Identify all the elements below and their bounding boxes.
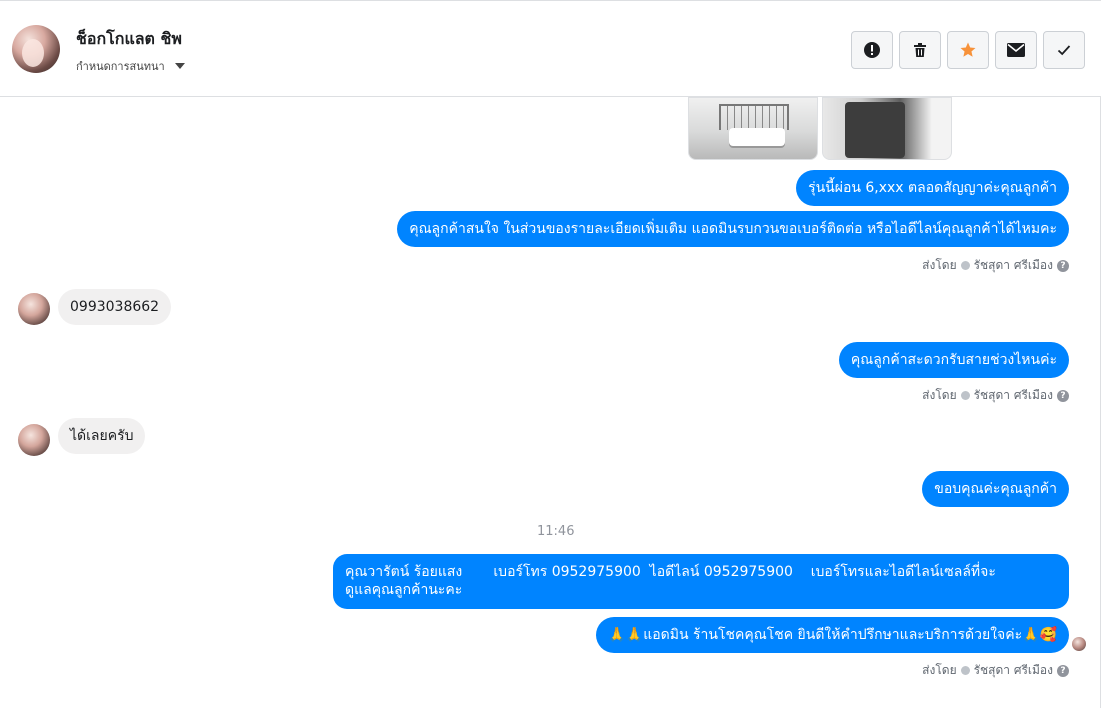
thread-settings-label: กำหนดการสนทนา: [76, 60, 165, 73]
seen-avatar-icon: [1072, 637, 1086, 651]
envelope-icon: [1007, 43, 1025, 57]
message-bubble-incoming[interactable]: 0993038662: [58, 289, 172, 325]
sent-by-name[interactable]: รัชสุดา ศรีเมือง: [974, 386, 1053, 405]
sent-by-label: ส่งโดย รัชสุดา ศรีเมือง ?: [922, 256, 1069, 275]
status-dot-icon: [960, 261, 970, 270]
status-dot-icon: [960, 391, 970, 400]
truck-shape: [729, 128, 785, 146]
thread-header: ช็อกโกแลต ชิพ กำหนดการสนทนา: [0, 1, 1101, 97]
car-door-shape: [845, 102, 905, 158]
help-icon[interactable]: ?: [1057, 664, 1069, 677]
sent-by-prefix: ส่งโดย: [922, 258, 957, 272]
status-dot-icon: [960, 666, 970, 675]
trash-icon: [914, 43, 926, 57]
star-button[interactable]: [947, 31, 989, 69]
contact-avatar[interactable]: [12, 25, 60, 73]
sent-by-prefix: ส่งโดย: [922, 663, 957, 677]
thread-settings-dropdown[interactable]: กำหนดการสนทนา: [76, 57, 185, 75]
mark-done-button[interactable]: [1043, 31, 1085, 69]
sent-by-prefix: ส่งโดย: [922, 388, 957, 402]
message-bubble-incoming[interactable]: ได้เลยครับ: [58, 418, 146, 454]
car-photo-attachment[interactable]: [688, 97, 818, 160]
contact-avatar-small[interactable]: [18, 293, 50, 325]
contact-avatar-small[interactable]: [18, 424, 50, 456]
caret-down-icon: [174, 63, 185, 69]
contact-name[interactable]: ช็อกโกแลต ชิพ: [76, 27, 182, 52]
mark-spam-button[interactable]: [851, 31, 893, 69]
delete-button[interactable]: [899, 31, 941, 69]
alert-icon: [864, 42, 880, 58]
truck-rack-shape: [719, 104, 789, 130]
sent-by-name[interactable]: รัชสุดา ศรีเมือง: [974, 256, 1053, 275]
message-bubble-outgoing[interactable]: ขอบคุณค่ะคุณลูกค้า: [922, 471, 1069, 507]
messenger-thread: ช็อกโกแลต ชิพ กำหนดการสนทนา รุ่นนี้ผ่อน …: [0, 0, 1101, 708]
sent-by-label: ส่งโดย รัชสุดา ศรีเมือง ?: [922, 661, 1069, 680]
sent-by-name[interactable]: รัชสุดา ศรีเมือง: [974, 661, 1053, 680]
message-bubble-outgoing[interactable]: รุ่นนี้ผ่อน 6,xxx ตลอดสัญญาค่ะคุณลูกค้า: [796, 170, 1069, 206]
message-line: ดูแลคุณลูกค้านะคะ: [345, 582, 463, 598]
mark-unread-button[interactable]: [995, 31, 1037, 69]
message-bubble-outgoing[interactable]: 🙏🙏แอดมิน ร้านโชคคุณโชค ยินดีให้คำปรึกษาแ…: [596, 617, 1069, 653]
message-bubble-outgoing[interactable]: คุณลูกค้าสนใจ ในส่วนของรายละเอียดเพิ่มเต…: [397, 211, 1069, 247]
sent-by-label: ส่งโดย รัชสุดา ศรีเมือง ?: [922, 386, 1069, 405]
check-icon: [1057, 45, 1071, 56]
thread-actions: [851, 31, 1085, 69]
message-line: คุณวารัตน์ ร้อยแสง เบอร์โทร 0952975900 ไ…: [345, 564, 996, 580]
message-bubble-outgoing[interactable]: คุณลูกค้าสะดวกรับสายช่วงไหนค่ะ: [838, 342, 1069, 378]
help-icon[interactable]: ?: [1057, 259, 1069, 272]
star-icon: [960, 42, 976, 57]
message-timestamp: 11:46: [537, 524, 575, 539]
conversation-panel: รุ่นนี้ผ่อน 6,xxx ตลอดสัญญาค่ะคุณลูกค้า …: [0, 97, 1101, 708]
help-icon[interactable]: ?: [1057, 389, 1069, 402]
car-door-photo-attachment[interactable]: [822, 97, 952, 160]
message-bubble-outgoing[interactable]: คุณวารัตน์ ร้อยแสง เบอร์โทร 0952975900 ไ…: [333, 554, 1069, 609]
